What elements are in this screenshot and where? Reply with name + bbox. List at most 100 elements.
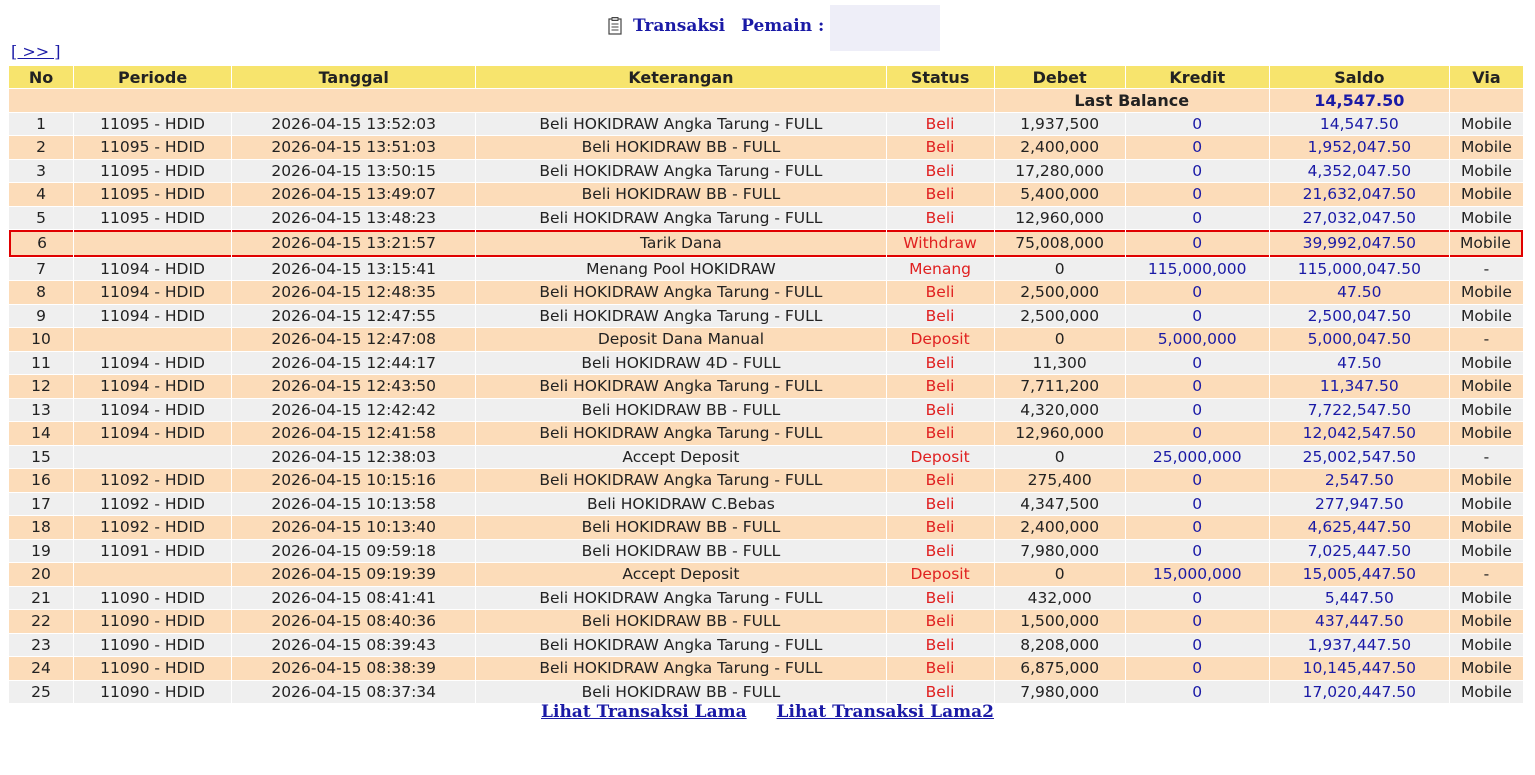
cell-keterangan: Menang Pool HOKIDRAW [476, 257, 886, 280]
cell-no: 5 [9, 206, 74, 229]
cell-kredit: 0 [1125, 657, 1269, 680]
cell-kredit: 0 [1125, 304, 1269, 327]
cell-saldo: 11,347.50 [1269, 375, 1449, 398]
cell-kredit: 0 [1125, 206, 1269, 229]
cell-periode: 11091 - HDID [74, 539, 232, 562]
table-row: 6 2026-04-15 13:21:57 Tarik Dana Withdraw 75… [9, 230, 1523, 257]
cell-status: Beli [886, 281, 994, 304]
cell-status: Beli [886, 375, 994, 398]
transaction-detail-link[interactable]: Beli HOKIDRAW Angka Tarung - FULL [539, 377, 822, 395]
redacted-area [830, 5, 940, 51]
cell-keterangan: Beli HOKIDRAW C.Bebas [476, 492, 886, 515]
cell-kredit: 25,000,000 [1125, 445, 1269, 468]
table-row: 5 11095 - HDID 2026-04-15 13:48:23 Beli HOK… [9, 206, 1523, 229]
table-row: 16 11092 - HDID 2026-04-15 10:15:16 Beli HO… [9, 469, 1523, 492]
transaction-detail-link[interactable]: Beli HOKIDRAW Angka Tarung - FULL [539, 589, 822, 607]
cell-saldo: 27,032,047.50 [1269, 206, 1449, 229]
cell-saldo: 25,002,547.50 [1269, 445, 1449, 468]
cell-no: 18 [9, 516, 74, 539]
cell-status: Withdraw [886, 230, 994, 257]
transaction-detail-link[interactable]: Beli HOKIDRAW Angka Tarung - FULL [539, 659, 822, 677]
transaction-detail-link[interactable]: Beli HOKIDRAW BB - FULL [582, 138, 781, 156]
next-page-link[interactable]: [ >> ] [11, 42, 60, 61]
cell-keterangan: Beli HOKIDRAW Angka Tarung - FULL [476, 304, 886, 327]
cell-kredit: 0 [1125, 516, 1269, 539]
cell-periode: 11094 - HDID [74, 351, 232, 374]
transaction-detail-link[interactable]: Beli HOKIDRAW 4D - FULL [581, 354, 780, 372]
cell-periode [74, 230, 232, 257]
cell-periode: 11090 - HDID [74, 633, 232, 656]
transaction-detail-link[interactable]: Beli HOKIDRAW Angka Tarung - FULL [539, 307, 822, 325]
transaction-detail-link[interactable]: Menang Pool HOKIDRAW [586, 260, 776, 278]
transaction-detail-link[interactable]: Beli HOKIDRAW BB - FULL [582, 542, 781, 560]
cell-no: 11 [9, 351, 74, 374]
transaction-detail-link[interactable]: Beli HOKIDRAW BB - FULL [582, 185, 781, 203]
cell-debet: 4,347,500 [994, 492, 1125, 515]
transaction-detail-link[interactable]: Beli HOKIDRAW BB - FULL [582, 612, 781, 630]
transaction-detail-link[interactable]: Beli HOKIDRAW Angka Tarung - FULL [539, 424, 822, 442]
cell-saldo: 21,632,047.50 [1269, 183, 1449, 206]
table-row: 15 2026-04-15 12:38:03 Accept Deposit Depos… [9, 445, 1523, 468]
cell-kredit: 0 [1125, 112, 1269, 135]
cell-status: Beli [886, 183, 994, 206]
cell-tanggal: 2026-04-15 08:41:41 [232, 586, 476, 609]
cell-debet: 11,300 [994, 351, 1125, 374]
transaction-detail-link[interactable]: Beli HOKIDRAW Angka Tarung - FULL [539, 162, 822, 180]
cell-periode: 11092 - HDID [74, 469, 232, 492]
transaction-detail-link[interactable]: Beli HOKIDRAW BB - FULL [582, 518, 781, 536]
cell-periode: 11094 - HDID [74, 304, 232, 327]
cell-no: 12 [9, 375, 74, 398]
transaction-detail-link[interactable]: Beli HOKIDRAW BB - FULL [582, 683, 781, 701]
cell-via: Mobile [1449, 230, 1523, 257]
cell-via: Mobile [1449, 159, 1523, 182]
old-transactions2-link[interactable]: Lihat Transaksi Lama2 [777, 702, 994, 722]
cell-saldo: 47.50 [1269, 281, 1449, 304]
cell-status: Beli [886, 351, 994, 374]
transaction-detail-link[interactable]: Beli HOKIDRAW Angka Tarung - FULL [539, 115, 822, 133]
cell-periode: 11090 - HDID [74, 586, 232, 609]
cell-periode: 11090 - HDID [74, 657, 232, 680]
cell-kredit: 0 [1125, 183, 1269, 206]
cell-debet: 0 [994, 445, 1125, 468]
cell-saldo: 1,937,447.50 [1269, 633, 1449, 656]
cell-via: - [1449, 445, 1523, 468]
cell-kredit: 0 [1125, 375, 1269, 398]
cell-keterangan: Beli HOKIDRAW BB - FULL [476, 136, 886, 159]
title-bar: Transaksi Pemain : ru [608, 12, 852, 40]
cell-saldo: 47.50 [1269, 351, 1449, 374]
transaction-detail-link[interactable]: Beli HOKIDRAW C.Bebas [587, 495, 775, 513]
table-row: 20 2026-04-15 09:19:39 Accept Deposit Depos… [9, 563, 1523, 586]
cell-status: Deposit [886, 445, 994, 468]
cell-status: Beli [886, 469, 994, 492]
table-row: 1 11095 - HDID 2026-04-15 13:52:03 Beli HOK… [9, 112, 1523, 135]
cell-saldo: 115,000,047.50 [1269, 257, 1449, 280]
transaction-detail-link[interactable]: Beli HOKIDRAW Angka Tarung - FULL [539, 283, 822, 301]
cell-kredit: 0 [1125, 398, 1269, 421]
cell-debet: 0 [994, 328, 1125, 351]
old-transactions-link[interactable]: Lihat Transaksi Lama [541, 702, 747, 722]
cell-no: 21 [9, 586, 74, 609]
cell-saldo: 17,020,447.50 [1269, 680, 1449, 703]
cell-periode [74, 328, 232, 351]
cell-kredit: 0 [1125, 492, 1269, 515]
table-row: 2 11095 - HDID 2026-04-15 13:51:03 Beli HOK… [9, 136, 1523, 159]
cell-keterangan: Beli HOKIDRAW Angka Tarung - FULL [476, 206, 886, 229]
col-header-status: Status [886, 66, 994, 88]
transaction-detail-link[interactable]: Beli HOKIDRAW Angka Tarung - FULL [539, 209, 822, 227]
cell-status: Beli [886, 539, 994, 562]
transaction-detail-link[interactable]: Beli HOKIDRAW Angka Tarung - FULL [539, 471, 822, 489]
cell-tanggal: 2026-04-15 12:47:55 [232, 304, 476, 327]
cell-debet: 432,000 [994, 586, 1125, 609]
cell-saldo: 2,547.50 [1269, 469, 1449, 492]
transaction-detail-link[interactable]: Beli HOKIDRAW Angka Tarung - FULL [539, 636, 822, 654]
col-header-saldo: Saldo [1269, 66, 1449, 88]
cell-via: Mobile [1449, 633, 1523, 656]
cell-kredit: 0 [1125, 539, 1269, 562]
transaction-detail-link[interactable]: Beli HOKIDRAW BB - FULL [582, 401, 781, 419]
cell-tanggal: 2026-04-15 13:48:23 [232, 206, 476, 229]
cell-no: 1 [9, 112, 74, 135]
cell-no: 4 [9, 183, 74, 206]
cell-periode: 11095 - HDID [74, 183, 232, 206]
cell-debet: 275,400 [994, 469, 1125, 492]
cell-no: 15 [9, 445, 74, 468]
